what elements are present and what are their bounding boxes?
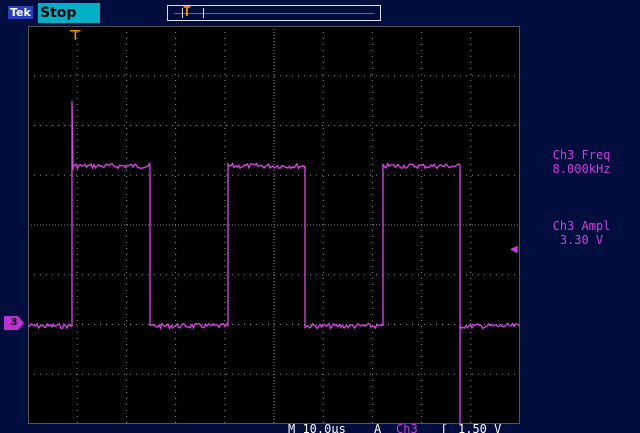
trigger-slope-icon: ʃ (440, 424, 448, 433)
measurement-panel: Ch3 Freq 8.000kHz Ch3 Ampl 3.30 V (523, 26, 640, 424)
timebase-readout[interactable]: M 10.0µs (288, 424, 346, 433)
trigger-level-arrow-icon[interactable]: ◀ (510, 244, 518, 255)
measurement-value: 8.000kHz (552, 162, 611, 176)
graticule (28, 26, 520, 424)
run-state-indicator[interactable]: Stop (38, 3, 100, 23)
trigger-source-prefix: A (374, 424, 382, 433)
top-status-bar: Tek Stop T (0, 0, 640, 26)
trigger-level-readout[interactable]: 1.50 V (458, 424, 501, 433)
trigger-channel-readout[interactable]: Ch3 (396, 424, 418, 433)
channel-3-marker-icon[interactable]: 3 (4, 316, 24, 330)
measurement-2: Ch3 Ampl 3.30 V (523, 219, 640, 247)
record-view-bar (167, 5, 381, 21)
bottom-status-bar: M 10.0µs A Ch3 ʃ 1.50 V (0, 424, 640, 433)
record-line (174, 13, 374, 14)
record-trigger-icon: T (183, 5, 191, 20)
measurement-label: Ch3 Ampl (552, 219, 611, 233)
tek-logo: Tek (8, 6, 33, 19)
measurement-1: Ch3 Freq 8.000kHz (523, 148, 640, 176)
trigger-position-icon[interactable]: ⊤ (69, 28, 82, 44)
measurement-label: Ch3 Freq (552, 148, 611, 162)
waveform-display[interactable] (28, 26, 520, 424)
measurement-value: 3.30 V (559, 233, 604, 247)
